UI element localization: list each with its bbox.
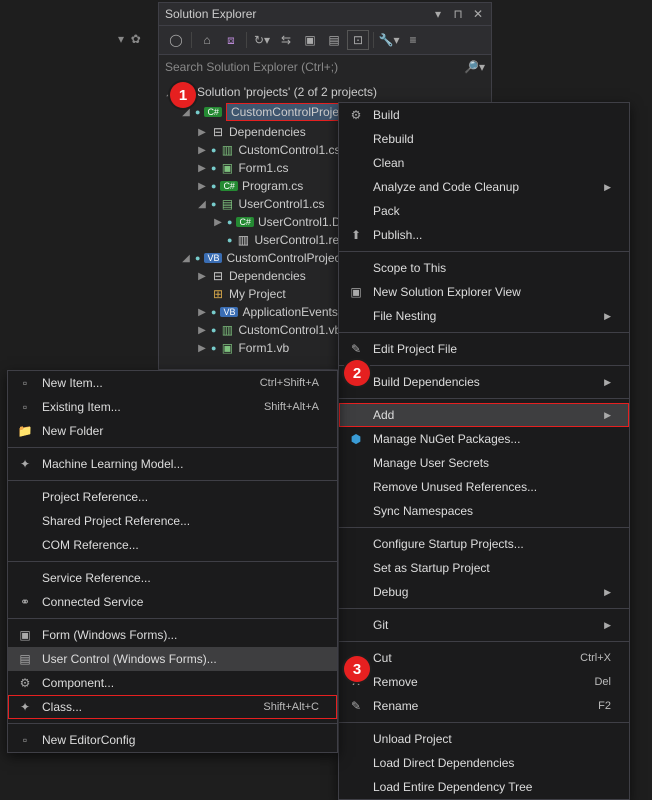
add-form[interactable]: ▣Form (Windows Forms)... (8, 623, 337, 647)
publish-icon: ⬆ (347, 228, 365, 242)
folder-icon: 📁 (16, 424, 34, 438)
panel-title: Solution Explorer (165, 7, 425, 21)
user-control-icon: ▤ (16, 652, 34, 666)
step-badge-3: 3 (344, 656, 370, 682)
menu-unused[interactable]: Remove Unused References... (339, 475, 629, 499)
menu-add[interactable]: Add▶ (339, 403, 629, 427)
add-com-reference[interactable]: COM Reference... (8, 533, 337, 557)
edit-icon: ✎ (347, 342, 365, 356)
add-project-reference[interactable]: Project Reference... (8, 485, 337, 509)
switch-views-icon[interactable]: ⧈ (220, 30, 242, 50)
menu-build-deps[interactable]: Build Dependencies▶ (339, 370, 629, 394)
sync-icon[interactable]: ⇆ (275, 30, 297, 50)
vb-icon: VB (204, 253, 222, 263)
pending-icon[interactable]: ↻▾ (251, 30, 273, 50)
menu-cut[interactable]: ✂CutCtrl+X (339, 646, 629, 670)
menu-publish[interactable]: ⬆Publish... (339, 223, 629, 247)
step-badge-2: 2 (344, 360, 370, 386)
build-icon: ⚙ (347, 108, 365, 122)
properties-icon[interactable]: 🔧▾ (378, 30, 400, 50)
chevron-right-icon: ▶ (604, 410, 611, 421)
solution-root[interactable]: ◢▭Solution 'projects' (2 of 2 projects) (161, 83, 489, 101)
existing-item-icon: ▫ (16, 400, 34, 414)
pin-icon[interactable]: ⊓ (451, 7, 465, 21)
chevron-right-icon: ▶ (604, 311, 611, 322)
chevron-right-icon: ▶ (604, 377, 611, 388)
preview-icon[interactable]: ≡ (402, 30, 424, 50)
menu-unload[interactable]: Unload Project (339, 727, 629, 751)
form-icon: ▣ (16, 628, 34, 642)
panel-title-bar: Solution Explorer ▾ ⊓ ✕ (159, 3, 491, 25)
chevron-right-icon: ▶ (604, 587, 611, 598)
search-row[interactable]: Search Solution Explorer (Ctrl+;) 🔎▾ (159, 55, 491, 79)
add-submenu: ▫New Item...Ctrl+Shift+A ▫Existing Item.… (7, 370, 338, 753)
menu-startup[interactable]: Configure Startup Projects... (339, 532, 629, 556)
menu-git[interactable]: Git▶ (339, 613, 629, 637)
panel-toolbar: ◯ ⌂ ⧈ ↻▾ ⇆ ▣ ▤ ⊡ 🔧▾ ≡ (159, 25, 491, 55)
csharp-icon: C# (204, 107, 222, 117)
menu-debug[interactable]: Debug▶ (339, 580, 629, 604)
menu-load-tree[interactable]: Load Entire Dependency Tree (339, 775, 629, 799)
add-connected-service[interactable]: ⚭Connected Service (8, 590, 337, 614)
close-icon[interactable]: ✕ (471, 7, 485, 21)
menu-nesting[interactable]: File Nesting▶ (339, 304, 629, 328)
menu-load-deps[interactable]: Load Direct Dependencies (339, 751, 629, 775)
menu-pack[interactable]: Pack (339, 199, 629, 223)
dropdown-caret: ▾ ✿ (118, 32, 141, 46)
connected-service-icon: ⚭ (16, 595, 34, 609)
menu-build[interactable]: ⚙Build (339, 103, 629, 127)
chevron-right-icon: ▶ (604, 620, 611, 631)
search-icon[interactable]: 🔎▾ (464, 60, 485, 74)
menu-scope[interactable]: Scope to This (339, 256, 629, 280)
chevron-right-icon: ▶ (604, 182, 611, 193)
project-context-menu: ⚙Build Rebuild Clean Analyze and Code Cl… (338, 102, 630, 800)
rename-icon: ✎ (347, 699, 365, 713)
menu-secrets[interactable]: Manage User Secrets (339, 451, 629, 475)
step-badge-1: 1 (170, 82, 196, 108)
menu-clean[interactable]: Clean (339, 151, 629, 175)
menu-nuget[interactable]: ⬢Manage NuGet Packages... (339, 427, 629, 451)
menu-newview[interactable]: ▣New Solution Explorer View (339, 280, 629, 304)
add-user-control[interactable]: ▤User Control (Windows Forms)... (8, 647, 337, 671)
add-class[interactable]: ✦Class...Shift+Alt+C (8, 695, 337, 719)
new-view-icon: ▣ (347, 285, 365, 299)
component-icon: ⚙ (16, 676, 34, 690)
track-active-icon[interactable]: ⊡ (347, 30, 369, 50)
add-existing-item[interactable]: ▫Existing Item...Shift+Alt+A (8, 395, 337, 419)
add-component[interactable]: ⚙Component... (8, 671, 337, 695)
menu-sync[interactable]: Sync Namespaces (339, 499, 629, 523)
new-item-icon: ▫ (16, 376, 34, 390)
show-all-icon[interactable]: ▤ (323, 30, 345, 50)
add-ml-model[interactable]: ✦Machine Learning Model... (8, 452, 337, 476)
add-new-folder[interactable]: 📁New Folder (8, 419, 337, 443)
class-icon: ✦ (16, 700, 34, 714)
back-icon[interactable]: ◯ (165, 30, 187, 50)
menu-edit-project[interactable]: ✎Edit Project File (339, 337, 629, 361)
menu-set-startup[interactable]: Set as Startup Project (339, 556, 629, 580)
collapse-icon[interactable]: ▣ (299, 30, 321, 50)
add-editorconfig[interactable]: ▫New EditorConfig (8, 728, 337, 752)
menu-rebuild[interactable]: Rebuild (339, 127, 629, 151)
ml-icon: ✦ (16, 457, 34, 471)
editorconfig-icon: ▫ (16, 733, 34, 747)
add-shared-project-reference[interactable]: Shared Project Reference... (8, 509, 337, 533)
menu-remove[interactable]: ✕RemoveDel (339, 670, 629, 694)
search-placeholder: Search Solution Explorer (Ctrl+;) (165, 60, 458, 74)
nuget-icon: ⬢ (347, 432, 365, 446)
home-icon[interactable]: ⌂ (196, 30, 218, 50)
menu-analyze[interactable]: Analyze and Code Cleanup▶ (339, 175, 629, 199)
add-service-reference[interactable]: Service Reference... (8, 566, 337, 590)
add-new-item[interactable]: ▫New Item...Ctrl+Shift+A (8, 371, 337, 395)
dropdown-icon[interactable]: ▾ (431, 7, 445, 21)
menu-rename[interactable]: ✎RenameF2 (339, 694, 629, 718)
